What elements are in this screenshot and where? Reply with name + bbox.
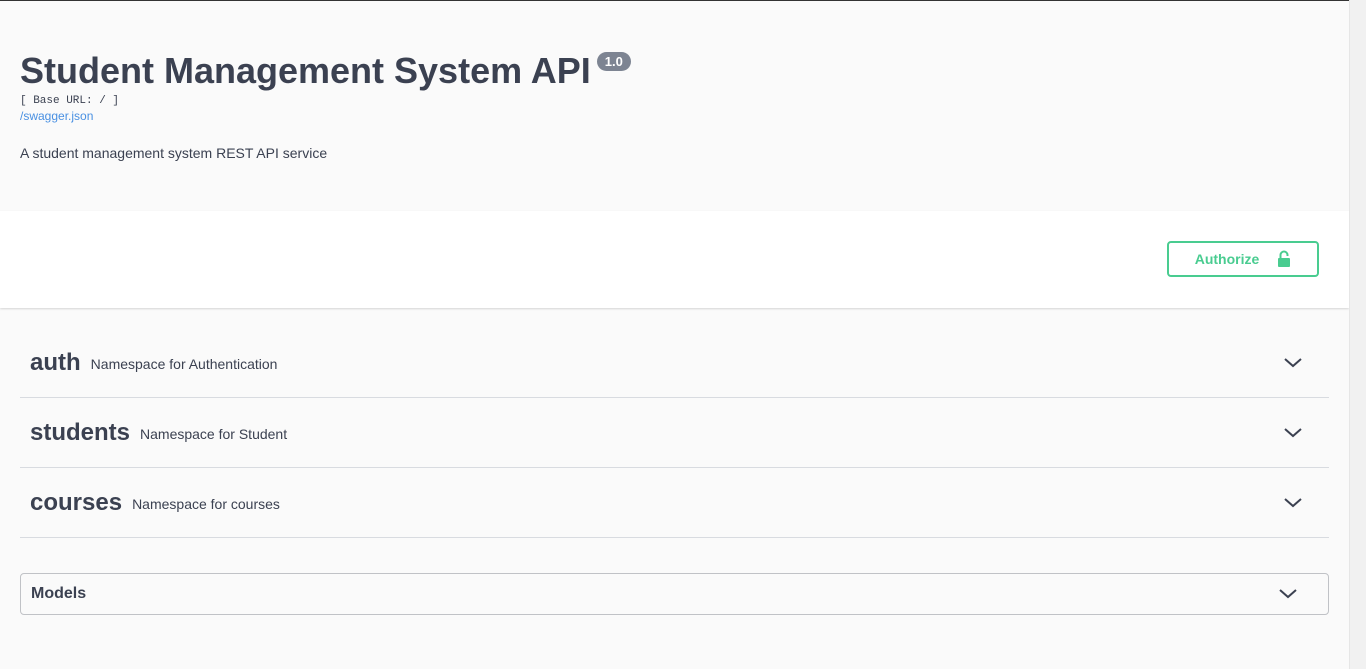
- scheme-container: Authorize: [0, 211, 1349, 308]
- version-badge: 1.0: [596, 52, 631, 71]
- vertical-scrollbar[interactable]: [1349, 0, 1366, 669]
- api-title: Student Management System API: [20, 50, 591, 91]
- chevron-down-icon[interactable]: [1278, 584, 1298, 604]
- title-row: Student Management System API 1.0: [20, 49, 1329, 93]
- authorize-button[interactable]: Authorize: [1167, 241, 1319, 277]
- swagger-page: Student Management System API 1.0 [ Base…: [0, 0, 1349, 669]
- tag-description: Namespace for Student: [140, 425, 288, 442]
- tag-name: courses: [30, 488, 123, 516]
- base-url: [ Base URL: / ]: [20, 95, 120, 107]
- models-section[interactable]: Models: [20, 573, 1329, 615]
- unlocked-lock-icon: [1278, 250, 1291, 267]
- tag-section-students[interactable]: students Namespace for Student: [20, 398, 1329, 468]
- authorize-label: Authorize: [1194, 251, 1260, 267]
- tag-description: Namespace for Authentication: [90, 355, 278, 372]
- models-title: Models: [31, 585, 87, 602]
- tag-name: students: [30, 418, 131, 446]
- tag-name: auth: [30, 348, 81, 376]
- tag-description: Namespace for courses: [132, 495, 280, 512]
- tag-sections: auth Namespace for Authentication studen…: [0, 308, 1349, 538]
- swagger-json-link[interactable]: /swagger.json: [20, 109, 1329, 123]
- chevron-down-icon[interactable]: [1283, 423, 1303, 443]
- api-description: A student management system REST API ser…: [20, 145, 328, 161]
- api-info: Student Management System API 1.0 [ Base…: [0, 1, 1349, 211]
- tag-section-courses[interactable]: courses Namespace for courses: [20, 468, 1329, 538]
- tag-section-auth[interactable]: auth Namespace for Authentication: [20, 328, 1329, 398]
- chevron-down-icon[interactable]: [1283, 493, 1303, 513]
- chevron-down-icon[interactable]: [1283, 353, 1303, 373]
